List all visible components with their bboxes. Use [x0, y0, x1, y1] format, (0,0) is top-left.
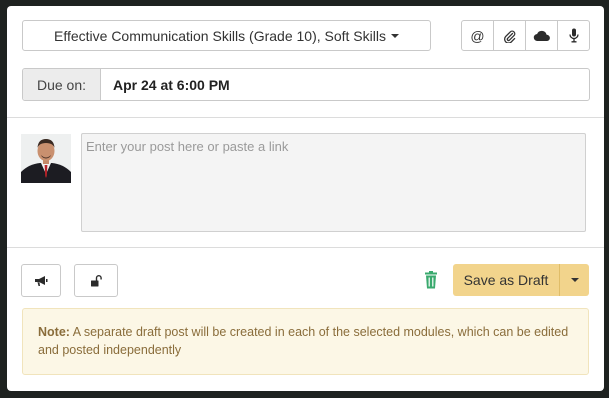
paperclip-icon [504, 30, 516, 43]
mention-button[interactable]: @ [462, 21, 494, 50]
module-select-label: Effective Communication Skills (Grade 10… [54, 27, 386, 44]
record-audio-button[interactable] [558, 21, 589, 50]
caret-down-icon [570, 278, 579, 282]
save-draft-group: Save as Draft [453, 264, 589, 296]
note-prefix: Note: [38, 325, 70, 339]
user-photo [21, 134, 71, 183]
save-options-toggle[interactable] [559, 264, 589, 296]
delete-button[interactable] [421, 270, 441, 290]
attachment-toolbar: @ [461, 20, 590, 51]
draft-note: Note: A separate draft post will be crea… [22, 308, 589, 375]
caret-down-icon [390, 34, 399, 38]
lock-toggle-button[interactable] [74, 264, 118, 297]
at-icon: @ [470, 27, 485, 44]
post-input[interactable]: Enter your post here or paste a link [81, 133, 586, 232]
due-date-value[interactable]: Apr 24 at 6:00 PM [101, 69, 589, 100]
divider [7, 247, 604, 248]
trash-icon [425, 271, 437, 289]
megaphone-icon [35, 275, 48, 286]
divider [7, 117, 604, 118]
cloud-storage-button[interactable] [526, 21, 558, 50]
microphone-icon [568, 28, 579, 43]
unlock-icon [91, 274, 102, 286]
note-text: A separate draft post will be created in… [38, 325, 569, 357]
post-input-placeholder: Enter your post here or paste a link [86, 139, 289, 154]
save-as-draft-button[interactable]: Save as Draft [453, 264, 559, 296]
announcement-button[interactable] [21, 264, 61, 297]
avatar [21, 134, 71, 183]
cloud-icon [533, 30, 550, 41]
post-composer-modal: Effective Communication Skills (Grade 10… [7, 6, 604, 391]
attach-file-button[interactable] [494, 21, 526, 50]
module-select-dropdown[interactable]: Effective Communication Skills (Grade 10… [22, 20, 431, 51]
due-label: Due on: [23, 69, 101, 100]
due-date-field[interactable]: Due on: Apr 24 at 6:00 PM [22, 68, 590, 101]
